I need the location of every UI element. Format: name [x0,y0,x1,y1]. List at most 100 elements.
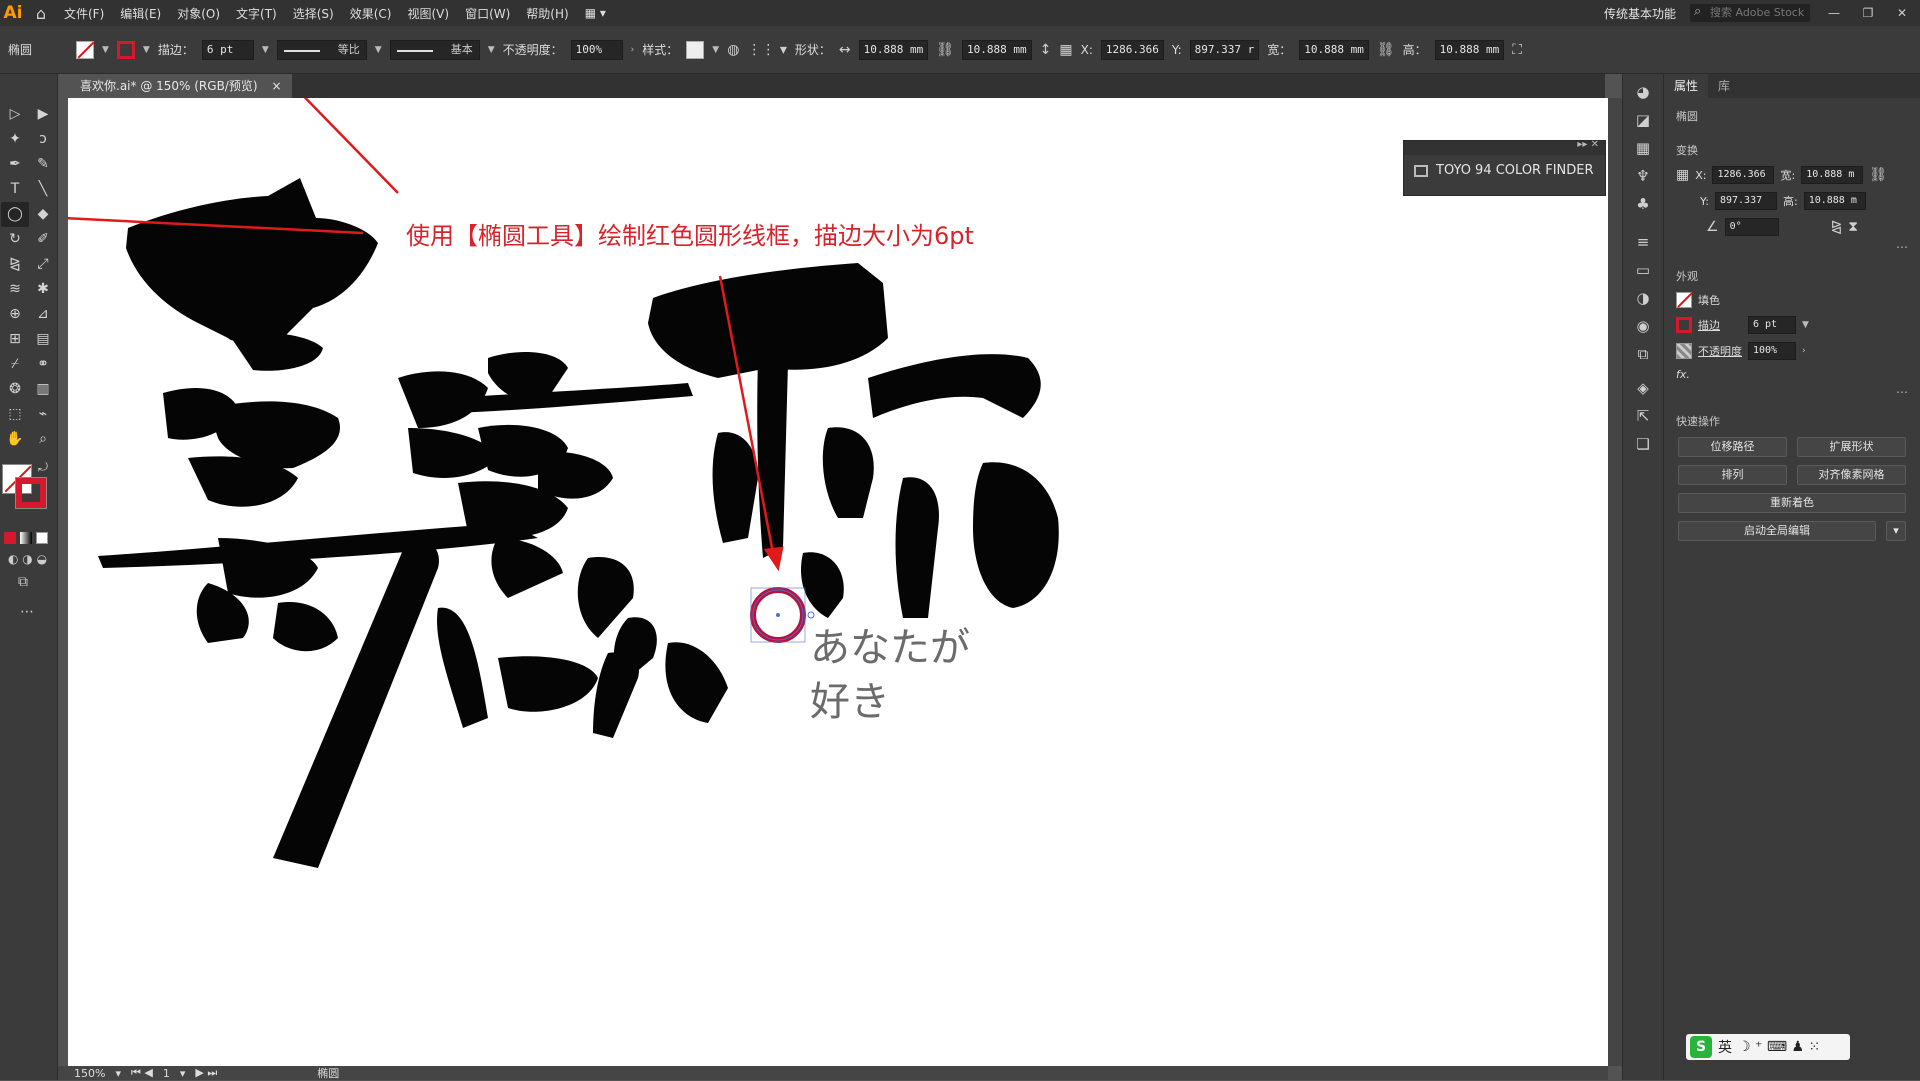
appearance-panel-icon[interactable]: ◉ [1623,312,1663,340]
arrange-button[interactable]: 排列 [1678,465,1787,485]
fill-swatch[interactable] [1676,292,1692,308]
close-tab-icon[interactable]: × [272,74,282,98]
ellipse-tool-icon[interactable]: ◯ [1,202,29,227]
w-field[interactable]: 10.888 mm [1299,39,1369,60]
shape-width-field[interactable]: 10.888 mm [858,39,929,60]
angle-field[interactable]: 0° [1724,218,1779,236]
panel-close-icon[interactable]: ▸▸ ✕ [1577,139,1599,150]
global-edit-button[interactable]: 启动全局编辑 [1678,521,1876,541]
lasso-tool-icon[interactable]: ↄ [29,127,57,152]
vertical-scrollbar[interactable] [1608,98,1622,1066]
chevron-down-icon[interactable]: ▼ [102,45,109,55]
chevron-down-icon[interactable]: ▼ [262,45,269,55]
selection-tool-icon[interactable]: ▷ [1,102,29,127]
asset-export-icon[interactable]: ⇱ [1623,402,1663,430]
stroke-weight-field[interactable]: 6 pt [1748,316,1796,334]
ime-toolbar[interactable]: S 英 ☽ ⁺ ⌨ ♟ ⁙ [1686,1034,1850,1060]
menu-window[interactable]: 窗口(W) [457,5,518,22]
fill-swatch[interactable] [76,40,94,59]
chevron-down-icon[interactable]: ▾ [180,1067,186,1080]
column-graph-tool-icon[interactable]: ▥ [29,377,57,402]
menu-file[interactable]: 文件(F) [56,5,112,22]
toyo-color-finder-panel[interactable]: ▸▸ ✕ TOYO 94 COLOR FINDER [1403,139,1606,196]
chevron-down-icon[interactable]: ▾ [115,1067,121,1080]
width-tool-icon[interactable]: ≋ [1,277,29,302]
tab-libraries[interactable]: 库 [1708,74,1740,98]
artboard-nav-next-icon[interactable]: ▶ ⏭ [195,1066,217,1080]
recolor-icon[interactable]: ◍ [727,42,739,58]
constrain-icon[interactable]: ⛓ [1377,42,1395,58]
link-icon[interactable]: ⛓ [936,42,954,58]
close-window-icon[interactable]: ✕ [1892,6,1912,20]
align-pixel-grid-button[interactable]: 对齐像素网格 [1797,465,1906,485]
constrain-proportions-icon[interactable]: ⛓ [1869,167,1887,183]
symbols-panel-icon[interactable]: ♣ [1623,190,1663,218]
none-mode-icon[interactable] [36,532,48,544]
symbol-sprayer-tool-icon[interactable]: ❂ [1,377,29,402]
zoom-tool-icon[interactable]: ⌕ [29,427,57,452]
perspective-grid-tool-icon[interactable]: ⊿ [29,302,57,327]
scale-tool-icon[interactable]: ⤢ [29,252,57,277]
opacity-field[interactable]: 100% [570,39,623,60]
shape-builder-tool-icon[interactable]: ⊕ [1,302,29,327]
style-swatch[interactable] [686,40,705,59]
stroke-color-icon[interactable] [15,477,47,509]
artboard-number[interactable]: 1 [163,1067,170,1080]
ime-mode[interactable]: 英 [1718,1037,1732,1057]
graphic-styles-icon[interactable]: ⧉ [1623,340,1663,368]
chevron-right-icon[interactable]: › [631,45,635,55]
expand-shape-button[interactable]: 扩展形状 [1797,437,1906,457]
direct-selection-tool-icon[interactable]: ▶ [29,102,57,127]
chevron-down-icon[interactable]: ▼ [375,45,382,55]
chevron-down-icon[interactable]: ▼ [143,45,150,55]
variable-width-profile[interactable]: 等比 [276,39,367,60]
screen-mode-icon[interactable]: ⧉ [18,574,28,590]
brushes-panel-icon[interactable]: ♆ [1623,162,1663,190]
stroke-swatch[interactable] [116,40,135,59]
type-tool-icon[interactable]: T [1,177,29,202]
rotate-tool-icon[interactable]: ↻ [1,227,29,252]
chevron-down-icon[interactable]: ▼ [712,45,719,55]
chevron-right-icon[interactable]: › [1802,346,1806,356]
panel-header[interactable]: ▸▸ ✕ [1404,139,1605,155]
fill-stroke-widget[interactable]: ⤾ [2,460,56,514]
color-panel-icon[interactable]: ◕ [1623,78,1663,106]
height-field[interactable]: 10.888 m [1803,192,1866,210]
x-field[interactable]: 1286.366 [1100,39,1164,60]
minimize-icon[interactable]: — [1824,6,1844,20]
drawing-modes-icon[interactable]: ◐ ◑ ◒ [8,552,47,566]
gradient-mode-icon[interactable] [20,532,32,544]
stroke-swatch[interactable] [1676,317,1692,333]
curvature-tool-icon[interactable]: ✎ [29,152,57,177]
eraser-tool-icon[interactable]: ◆ [29,202,57,227]
reference-point-icon[interactable]: ▦ [1676,167,1689,183]
width-field[interactable]: 10.888 m [1801,166,1864,184]
color-mode-icon[interactable] [4,532,16,544]
tab-properties[interactable]: 属性 [1664,74,1709,98]
artboard-nav-icon[interactable]: ⏮ ◀ [131,1066,153,1080]
more-options-icon[interactable]: ⋯ [1664,385,1920,399]
menu-help[interactable]: 帮助(H) [518,5,576,22]
menu-effect[interactable]: 效果(C) [342,5,400,22]
chevron-down-icon[interactable]: ▼ [1802,320,1809,330]
shaper-tool-icon[interactable]: ✐ [29,227,57,252]
menu-edit[interactable]: 编辑(E) [112,5,169,22]
layers-panel-icon[interactable]: ◈ [1623,374,1663,402]
transform-icon[interactable]: ⛶ [1512,42,1522,58]
magic-wand-tool-icon[interactable]: ✦ [1,127,29,152]
y-field[interactable]: 897.337 [1714,192,1777,210]
artboards-panel-icon[interactable]: ❏ [1623,430,1663,458]
transparency-panel-icon[interactable]: ◑ [1623,284,1663,312]
y-field[interactable]: 897.337 r [1189,39,1260,60]
h-field[interactable]: 10.888 mm [1434,39,1505,60]
arrange-documents-icon[interactable]: ▦ ▾ [577,6,614,20]
selected-ellipse[interactable] [750,587,815,643]
menu-select[interactable]: 选择(S) [285,5,342,22]
stroke-panel-icon[interactable]: ≡ [1623,228,1663,256]
recolor-button[interactable]: 重新着色 [1678,493,1906,513]
workspace-switcher[interactable]: 传统基本功能 [1604,5,1676,22]
stock-search-input[interactable]: 搜索 Adobe Stock [1690,3,1810,22]
more-tools-icon[interactable]: ⋯ [20,604,34,620]
menu-view[interactable]: 视图(V) [399,5,457,22]
artboard[interactable]: 使用【椭圆工具】绘制红色圆形线框，描边大小为6pt あなたが 好き [68,98,1608,1066]
